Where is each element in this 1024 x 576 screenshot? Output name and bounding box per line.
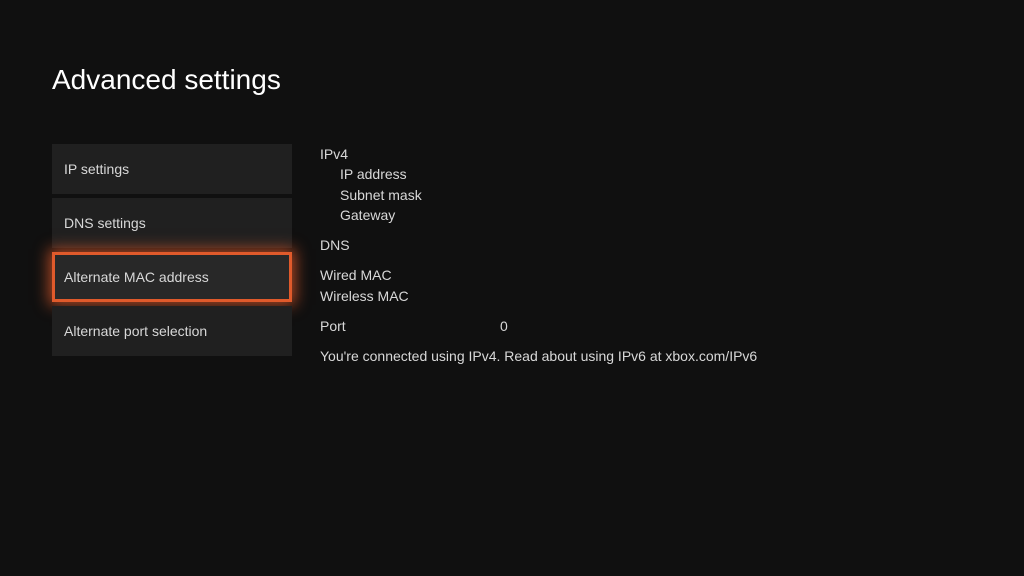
sidebar-item-dns-settings[interactable]: DNS settings xyxy=(52,198,292,248)
port-label: Port xyxy=(320,316,500,336)
sidebar-item-label: DNS settings xyxy=(64,215,146,231)
dns-label: DNS xyxy=(320,235,757,255)
wireless-mac-label: Wireless MAC xyxy=(320,286,757,306)
sidebar-item-label: IP settings xyxy=(64,161,129,177)
sidebar-item-alternate-mac-address[interactable]: Alternate MAC address xyxy=(52,252,292,302)
ipv4-gateway-label: Gateway xyxy=(320,205,757,225)
ipv4-label: IPv4 xyxy=(320,144,757,164)
sidebar-item-label: Alternate MAC address xyxy=(64,269,209,285)
ipv6-footer-note: You're connected using IPv4. Read about … xyxy=(320,346,757,366)
sidebar-item-alternate-port-selection[interactable]: Alternate port selection xyxy=(52,306,292,356)
port-value: 0 xyxy=(500,316,508,336)
details-panel: IPv4 IP address Subnet mask Gateway DNS … xyxy=(292,144,757,367)
settings-sidebar: IP settings DNS settings Alternate MAC a… xyxy=(52,144,292,367)
content-area: IP settings DNS settings Alternate MAC a… xyxy=(0,96,1024,367)
sidebar-item-ip-settings[interactable]: IP settings xyxy=(52,144,292,194)
ipv4-ip-address-label: IP address xyxy=(320,164,757,184)
wired-mac-label: Wired MAC xyxy=(320,265,757,285)
sidebar-item-label: Alternate port selection xyxy=(64,323,207,339)
ipv4-subnet-mask-label: Subnet mask xyxy=(320,185,757,205)
page-title: Advanced settings xyxy=(0,0,1024,96)
port-row: Port 0 xyxy=(320,316,757,336)
